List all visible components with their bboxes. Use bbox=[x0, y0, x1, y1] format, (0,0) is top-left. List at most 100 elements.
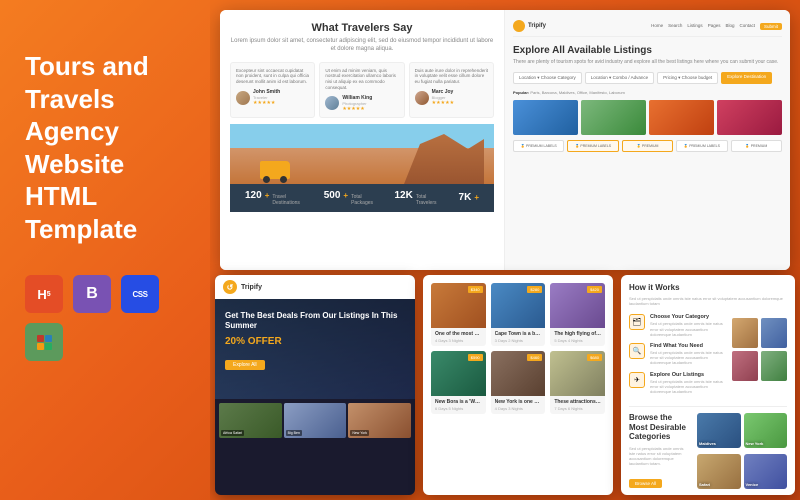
premium-label-1: 🏅 PREMIUM LABELS bbox=[513, 140, 564, 152]
premium-label-3: 🥇 PREMIUM bbox=[622, 140, 673, 152]
css3-badge: CSS bbox=[121, 275, 159, 313]
stat-destinations: 120 + Travel Destinations bbox=[245, 190, 309, 206]
tour-card-4: $590 New Bora is a 'World's most beautif… bbox=[431, 351, 486, 414]
avatar-2 bbox=[325, 96, 339, 110]
stat-extra: 7K + bbox=[459, 192, 479, 203]
tour-card-1: $340 One of the most exotic cities in th… bbox=[431, 283, 486, 346]
tour-price-5: $460 bbox=[527, 354, 542, 361]
browse-button[interactable]: Browse All bbox=[629, 479, 662, 488]
browse-grid: Maldives New York Safari Venice bbox=[697, 413, 787, 493]
tripify-hero: Get The Best Deals From Our Listings In … bbox=[215, 299, 415, 399]
left-panel: Tours and Travels Agency Website HTML Te… bbox=[0, 0, 230, 500]
step-2-icon: 🔍 bbox=[629, 343, 645, 359]
tour-image-4: $590 bbox=[431, 351, 486, 396]
testimonial-card-3: Duis aute irure dolor in reprehenderit i… bbox=[409, 62, 494, 118]
browse-image-venice: Venice bbox=[744, 454, 788, 489]
stat-packages: 500 + Total Packages bbox=[324, 190, 380, 206]
tour-image-5: $460 bbox=[491, 351, 546, 396]
explore-section: Tripify Home Search Listings Pages Blog … bbox=[505, 10, 790, 270]
desert-landscape bbox=[230, 124, 494, 184]
how-image-3 bbox=[732, 351, 758, 381]
popular-tags: Popular: Paris, Barcona, Maldives, Offic… bbox=[513, 90, 782, 95]
mini-card-label-2: Big Ben bbox=[286, 430, 302, 436]
tour-image-1: $340 bbox=[431, 283, 486, 328]
testimonial-user-1: John Smith Traveler ★★★★★ bbox=[236, 89, 309, 106]
tour-image-6: $680 bbox=[550, 351, 605, 396]
premium-label-2: 🏅 PREMIUM LABELS bbox=[567, 140, 618, 152]
how-it-works-section: How it Works Sed ut perspiciatis unde om… bbox=[621, 275, 795, 495]
tour-image-2: $280 bbox=[491, 283, 546, 328]
testimonials-row: Excepteur sint occaecat cupidatat non pr… bbox=[230, 62, 494, 118]
tech-badges: H5 B CSS bbox=[25, 275, 205, 361]
tour-cards-section: $340 One of the most exotic cities in th… bbox=[423, 275, 613, 495]
tripify-section: ↺ Tripify Get The Best Deals From Our Li… bbox=[215, 275, 415, 495]
how-images-grid bbox=[732, 318, 787, 381]
tour-card-5: $460 New York is one of Americas most ex… bbox=[491, 351, 546, 414]
desert-van bbox=[260, 161, 290, 179]
how-it-works-subtitle: Sed ut perspiciatis unde omnis iste natu… bbox=[629, 296, 787, 306]
how-image-4 bbox=[761, 351, 787, 381]
step-1-icon: 🗂 bbox=[629, 314, 645, 330]
explore-title: Explore All Available Listings bbox=[513, 45, 782, 56]
testimonials-title: What Travelers Say bbox=[230, 22, 494, 34]
browse-section: Browse the Most Desirable Categories Sed… bbox=[629, 406, 787, 493]
mini-card-label-1: Africa Safari bbox=[221, 430, 244, 436]
testimonials-subtitle: Lorem ipsum dolor sit amet, consectetur … bbox=[230, 38, 494, 54]
stats-bar: 120 + Travel Destinations 500 + Total Pa… bbox=[230, 184, 494, 212]
mini-card-1: Africa Safari bbox=[219, 403, 282, 438]
browse-image-newyork: New York bbox=[744, 413, 788, 448]
tour-price-3: $420 bbox=[587, 286, 602, 293]
filter-pricing[interactable]: Pricing ▾ Choose budget bbox=[657, 72, 718, 84]
tour-card-2: $280 Cape Town is a beautiful city with … bbox=[491, 283, 546, 346]
premium-label-5: 🏅 PREMIUM bbox=[731, 140, 782, 152]
premium-bar: 🏅 PREMIUM LABELS 🏅 PREMIUM LABELS 🥇 PREM… bbox=[513, 140, 782, 152]
bootstrap-badge: B bbox=[73, 275, 111, 313]
how-image-2 bbox=[761, 318, 787, 348]
main-title: Tours and Travels Agency Website HTML Te… bbox=[25, 50, 205, 245]
avatar-1 bbox=[236, 91, 250, 105]
tour-grid: $340 One of the most exotic cities in th… bbox=[431, 283, 605, 414]
how-step-2: 🔍 Find What You Need Sed ut perspiciatis… bbox=[629, 343, 726, 366]
how-step-1: 🗂 Choose Your Category Sed ut perspiciat… bbox=[629, 314, 726, 337]
tour-price-6: $680 bbox=[587, 354, 602, 361]
tour-card-6: $680 These attractions are a lifetime 7 … bbox=[550, 351, 605, 414]
avatar-3 bbox=[415, 91, 429, 105]
tripify-deal-text: Get The Best Deals From Our Listings In … bbox=[225, 311, 405, 332]
listings-grid bbox=[513, 100, 782, 135]
listing-image-2 bbox=[581, 100, 646, 135]
filter-row: Location ▾ Choose Category Location ▾ Co… bbox=[513, 72, 782, 84]
tripify-logo: ↺ bbox=[223, 280, 237, 294]
tripify-offer: 20% OFFER bbox=[225, 336, 405, 347]
tripify-header: ↺ Tripify bbox=[215, 275, 415, 299]
testimonial-user-3: Marc Joy Blogger ★★★★★ bbox=[415, 89, 488, 106]
mini-card-2: Big Ben bbox=[284, 403, 347, 438]
tripify-explore-button[interactable]: Explore All bbox=[225, 360, 265, 370]
html5-badge: H5 bbox=[25, 275, 63, 313]
tour-image-3: $420 bbox=[550, 283, 605, 328]
tour-card-3: $420 The high flying of Barcelona 5 Days… bbox=[550, 283, 605, 346]
testimonial-card-2: Ut enim ad minim veniam, quis nostrud ex… bbox=[319, 62, 404, 118]
listing-image-3 bbox=[649, 100, 714, 135]
mini-card-3: New York bbox=[348, 403, 411, 438]
filter-combo[interactable]: Location ▾ Combo / Advance bbox=[585, 72, 654, 84]
tripify-brand: Tripify bbox=[241, 284, 262, 291]
tour-price-1: $340 bbox=[468, 286, 483, 293]
browse-image-maldives: Maldives bbox=[697, 413, 741, 448]
tour-price-2: $280 bbox=[527, 286, 542, 293]
multi-badge bbox=[25, 323, 63, 361]
preview-container: What Travelers Say Lorem ipsum dolor sit… bbox=[210, 0, 800, 500]
bottom-preview: ↺ Tripify Get The Best Deals From Our Li… bbox=[215, 275, 795, 495]
explore-button[interactable]: Explore Destination bbox=[721, 72, 772, 84]
how-it-works-title: How it Works bbox=[629, 283, 787, 292]
stat-travelers: 12K Total Travelers bbox=[394, 190, 443, 206]
right-column: How it Works Sed ut perspiciatis unde om… bbox=[621, 275, 795, 495]
step-3-icon: ✈ bbox=[629, 372, 645, 388]
mini-card-label-3: New York bbox=[350, 430, 369, 436]
filter-location[interactable]: Location ▾ Choose Category bbox=[513, 72, 582, 84]
listing-image-1 bbox=[513, 100, 578, 135]
explore-subtitle: There are plenty of tourism spots for av… bbox=[513, 59, 782, 66]
testimonial-user-2: William King Photographer ★★★★★ bbox=[325, 95, 398, 112]
top-preview: What Travelers Say Lorem ipsum dolor sit… bbox=[220, 10, 790, 270]
listing-image-4 bbox=[717, 100, 782, 135]
how-image-1 bbox=[732, 318, 758, 348]
